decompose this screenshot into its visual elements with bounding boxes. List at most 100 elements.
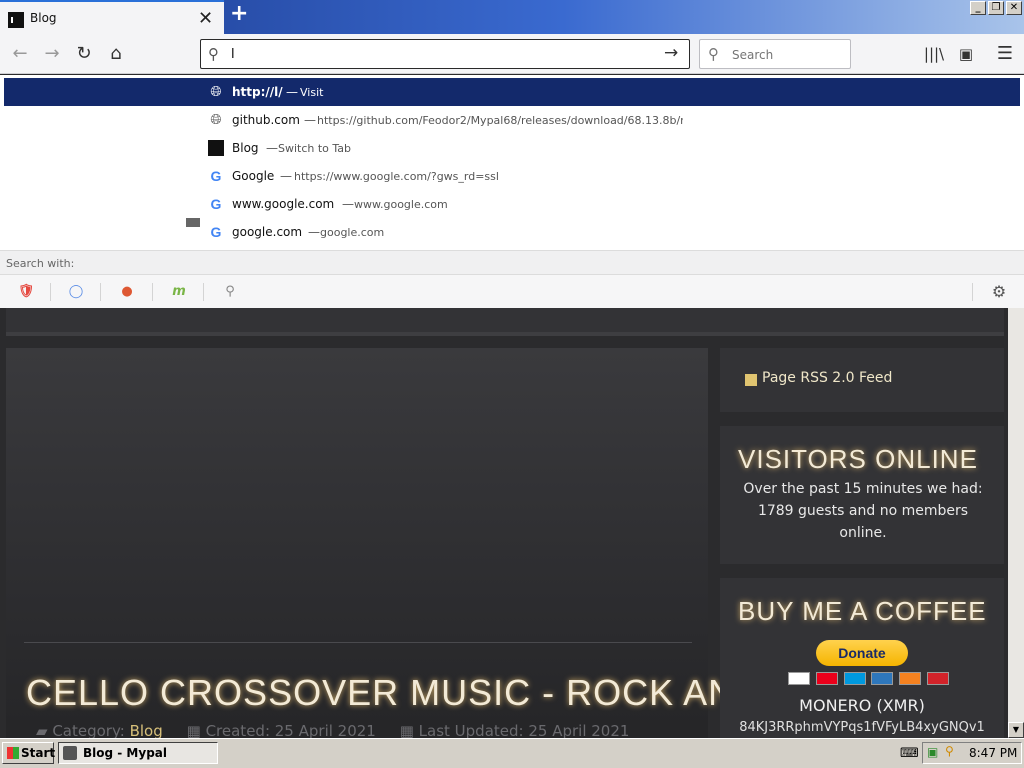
amex-icon (871, 672, 894, 685)
autocomplete-row[interactable]: 🌐︎ http://l/ — Visit (4, 78, 1020, 106)
tab-blog[interactable]: Blog ✕ (0, 0, 224, 34)
google-icon: G (210, 168, 222, 184)
back-icon[interactable]: ← (6, 40, 34, 68)
tab-title: Blog (30, 11, 57, 25)
nav-toolbar: ← → ↻ ⌂ ⚲ → ⚲ |||\ ▣ ☰ (0, 34, 1024, 74)
reload-icon[interactable]: ↻ (70, 40, 98, 68)
new-tab-icon[interactable]: + (230, 1, 248, 26)
autocomplete-row[interactable]: Blog — Switch to Tab (4, 134, 1020, 162)
row-action: Switch to Tab (278, 142, 352, 155)
row-action: Visit (300, 86, 324, 99)
rss-link[interactable]: Page RSS 2.0 Feed (762, 370, 892, 386)
row-separator: — (286, 85, 298, 99)
google-icon: G (210, 224, 222, 240)
autocomplete-row[interactable]: G google.com — google.com (4, 218, 1020, 246)
start-button[interactable]: Start (2, 742, 56, 764)
network-icon[interactable]: ▣ (927, 745, 938, 759)
clock[interactable]: 8:47 PM (969, 746, 1017, 760)
menu-icon[interactable]: ☰ (991, 40, 1019, 68)
gear-icon[interactable]: ⚙ (988, 282, 1010, 302)
calendar-icon: ▦ (399, 722, 414, 738)
row-title: github.com (232, 113, 300, 127)
search-with-label: Search with: (6, 257, 75, 270)
row-url: google.com (320, 226, 385, 239)
forward-icon[interactable]: → (38, 40, 66, 68)
jcb-icon (927, 672, 950, 685)
row-title: www.google.com (232, 197, 335, 211)
search-icon: ⚲ (208, 45, 219, 63)
updated-date: Last Updated: 25 April 2021 (418, 722, 630, 738)
brave-icon[interactable]: 🛡︎ (15, 282, 37, 302)
start-label: Start (21, 746, 56, 760)
search-engine-icon[interactable]: ⚲ (219, 282, 241, 302)
keyboard-icon[interactable]: ⌨ (900, 746, 919, 761)
mastercard-icon (815, 672, 838, 685)
folder-icon: ▰ (36, 722, 48, 738)
row-separator: — (342, 197, 354, 211)
donate-button[interactable]: Donate (816, 640, 908, 666)
row-separator: — (266, 141, 278, 155)
globe-icon: 🌐︎ (210, 84, 222, 100)
library-icon[interactable]: |||\ (920, 40, 948, 68)
autocomplete-row[interactable]: 🌐︎ github.com — https://github.com/Feodo… (4, 106, 1020, 134)
maestro-icon (843, 672, 866, 685)
restore-button[interactable]: ❐ (988, 1, 1004, 15)
row-url: www.google.com (354, 198, 448, 211)
autocomplete-row[interactable]: G www.google.com — www.google.com (4, 190, 1020, 218)
article-panel: CELLO CROSSOVER MUSIC - ROCK AND METAL ▰… (6, 348, 894, 738)
category-link[interactable]: Blog (130, 722, 163, 738)
visa-icon (788, 672, 810, 685)
taskbar-item-mypal[interactable]: Blog - Mypal (58, 742, 218, 764)
close-window-button[interactable]: ✕ (1006, 1, 1022, 15)
mojeek-icon[interactable]: m (168, 282, 190, 302)
row-separator: — (308, 225, 320, 239)
search-with-bar: Search with: (0, 250, 1024, 274)
row-title: Blog (232, 141, 259, 155)
page-header-band (6, 308, 1004, 336)
divider (152, 283, 153, 301)
minimize-button[interactable]: _ (970, 1, 986, 15)
divider (50, 283, 51, 301)
article-meta: ▰ Category: Blog ▦ Created: 25 April 202… (36, 722, 629, 738)
discover-icon (899, 672, 922, 685)
row-title: http://l/ (232, 85, 283, 99)
qwant-icon[interactable]: ◯ (65, 282, 87, 302)
rss-module: Page RSS 2.0 Feed (720, 348, 1004, 412)
sidebar-icon[interactable]: ▣ (952, 40, 980, 68)
row-separator: — (304, 113, 316, 127)
magnifier-icon[interactable]: ⚲ (945, 744, 954, 758)
monero-label: MONERO (XMR) (799, 696, 925, 715)
url-bar[interactable]: ⚲ → (200, 39, 690, 69)
duckduckgo-icon[interactable]: ● (116, 282, 138, 302)
divider (24, 642, 692, 643)
row-title: google.com (232, 225, 303, 239)
home-icon[interactable]: ⌂ (102, 40, 130, 68)
payment-cards (788, 672, 951, 686)
created-date: Created: 25 April 2021 (205, 722, 376, 738)
row-separator: — (280, 169, 292, 183)
row-url: https://github.com/Feodor2/Mypal68/relea… (317, 114, 683, 127)
autocomplete-row[interactable]: G Google — https://www.google.com/?gws_r… (4, 162, 1020, 190)
go-arrow-icon[interactable]: → (664, 43, 678, 63)
mypal-icon (63, 746, 77, 760)
search-icon: ⚲ (708, 45, 719, 63)
search-input[interactable] (732, 46, 842, 64)
blog-favicon-icon (8, 12, 24, 28)
row-title: Google (232, 169, 275, 183)
coffee-title: BUY ME A COFFEE (738, 596, 987, 626)
scroll-down-button[interactable]: ▼ (1008, 722, 1024, 738)
windows-logo-icon (7, 747, 19, 759)
globe-icon: 🌐︎ (210, 112, 222, 128)
visitors-title: VISITORS ONLINE (738, 444, 978, 474)
taskbar: Start Blog - Mypal ⌨ ▣ ⚲ 8:47 PM (0, 738, 1024, 768)
web-page: CELLO CROSSOVER MUSIC - ROCK AND METAL ▰… (0, 308, 1008, 738)
scrollbar[interactable]: ▼ (1008, 308, 1024, 738)
url-input[interactable] (231, 44, 651, 64)
one-off-search-engines: 🛡︎ ◯ ● m ⚲ ⚙ (0, 274, 1024, 308)
google-icon: G (210, 196, 222, 212)
visitors-text: Over the past 15 minutes we had: 1789 gu… (743, 481, 983, 541)
monero-address[interactable]: 84KJ3RRphmVYPqs1fVFyLB4xyGNQv1 (720, 720, 1004, 735)
search-bar[interactable]: ⚲ (699, 39, 851, 69)
tab-strip: Blog ✕ + _ ❐ ✕ (0, 0, 1024, 34)
close-tab-icon[interactable]: ✕ (198, 8, 213, 29)
